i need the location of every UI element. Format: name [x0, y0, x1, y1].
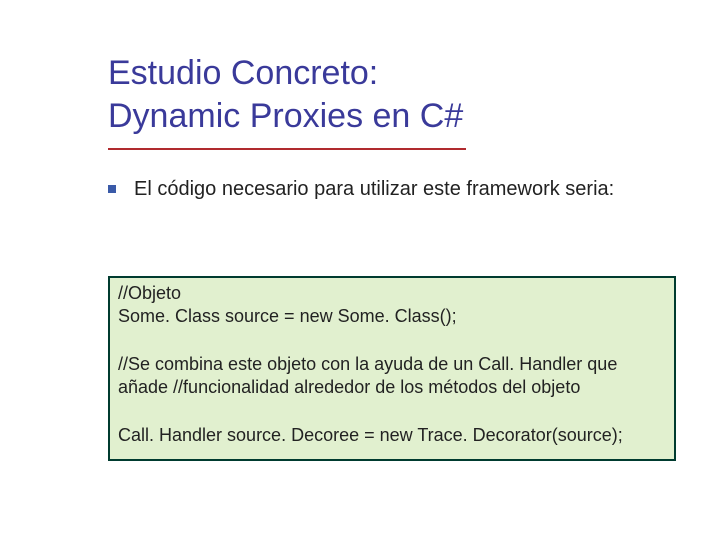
- code-line: Call. Handler source. Decoree = new Trac…: [118, 424, 666, 447]
- code-gap: [118, 400, 666, 424]
- code-block: //Objeto Some. Class source = new Some. …: [108, 276, 676, 461]
- code-gap: [118, 329, 666, 353]
- bullet-item: El código necesario para utilizar este f…: [108, 176, 644, 202]
- slide: Estudio Concreto: Dynamic Proxies en C# …: [0, 0, 720, 540]
- slide-title: Estudio Concreto: Dynamic Proxies en C#: [108, 52, 463, 137]
- title-line-2: Dynamic Proxies en C#: [108, 97, 463, 135]
- square-bullet-icon: [108, 185, 116, 193]
- code-line: Some. Class source = new Some. Class();: [118, 305, 666, 328]
- code-line: //Se combina este objeto con la ayuda de…: [118, 353, 666, 400]
- code-line: //Objeto: [118, 282, 666, 305]
- title-underline: [108, 148, 466, 150]
- bullet-text: El código necesario para utilizar este f…: [134, 176, 644, 202]
- title-line-1: Estudio Concreto:: [108, 54, 378, 92]
